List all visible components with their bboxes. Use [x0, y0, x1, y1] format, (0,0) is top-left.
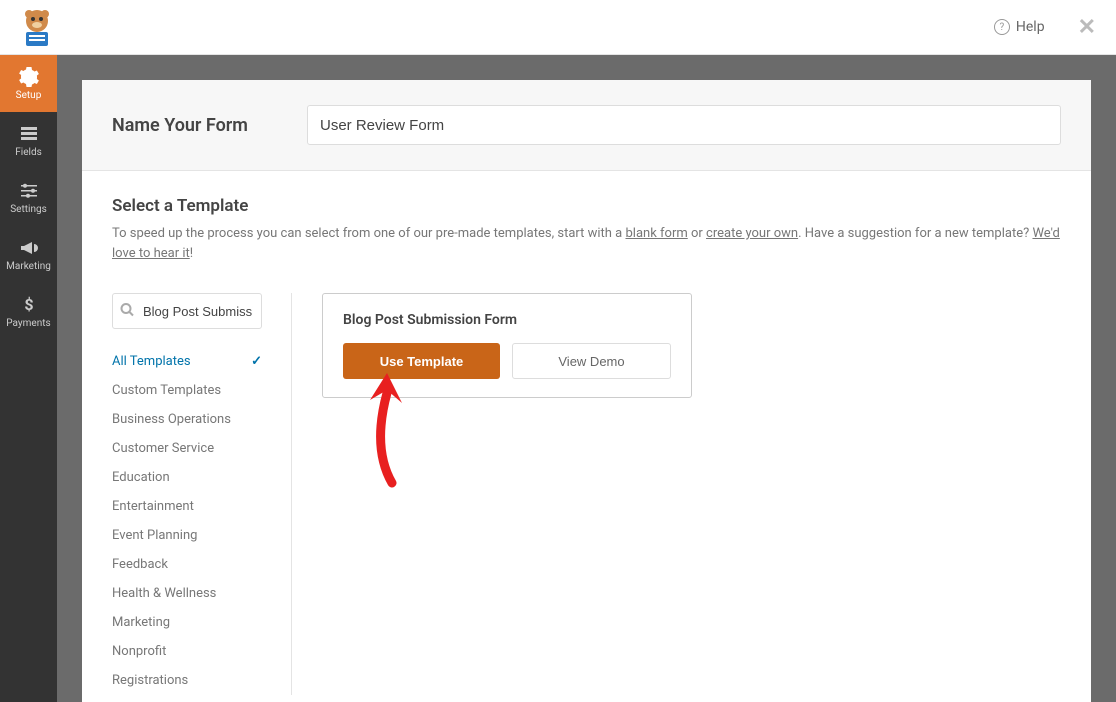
template-card: Blog Post Submission Form Use Template V… [322, 293, 692, 398]
topbar: ? Help ✕ [0, 0, 1116, 55]
dollar-icon: $ [19, 295, 39, 315]
check-icon: ✓ [251, 354, 262, 369]
sidebar-item-setup[interactable]: Setup [0, 55, 57, 112]
help-button[interactable]: ? Help [986, 14, 1053, 40]
list-icon [19, 124, 39, 144]
sidebar-item-label: Settings [10, 204, 47, 215]
sidebar-item-marketing[interactable]: Marketing [0, 226, 57, 283]
category-education[interactable]: Education [112, 463, 262, 492]
workspace: Name Your Form Select a Template To spee… [57, 55, 1116, 702]
svg-text:$: $ [24, 295, 33, 314]
sidebar-item-label: Fields [15, 147, 42, 158]
category-marketing[interactable]: Marketing [112, 608, 262, 637]
gear-icon [19, 67, 39, 87]
template-description: To speed up the process you can select f… [112, 224, 1061, 263]
category-business-operations[interactable]: Business Operations [112, 405, 262, 434]
name-label: Name Your Form [112, 115, 307, 136]
category-feedback[interactable]: Feedback [112, 550, 262, 579]
sidebar: Setup Fields Settings Marketing [0, 55, 57, 702]
category-entertainment[interactable]: Entertainment [112, 492, 262, 521]
help-label: Help [1016, 19, 1045, 35]
category-all-templates[interactable]: All Templates ✓ [112, 347, 262, 376]
template-sidebar: All Templates ✓ Custom Templates Busines… [112, 293, 292, 695]
category-nonprofit[interactable]: Nonprofit [112, 637, 262, 666]
sliders-icon [19, 181, 39, 201]
template-heading: Select a Template [112, 196, 1061, 216]
sidebar-item-label: Marketing [6, 261, 51, 272]
close-button[interactable]: ✕ [1073, 10, 1101, 45]
help-icon: ? [994, 19, 1010, 35]
main-panel: Name Your Form Select a Template To spee… [82, 80, 1091, 702]
category-custom-templates[interactable]: Custom Templates [112, 376, 262, 405]
template-search-input[interactable] [112, 293, 262, 329]
view-demo-button[interactable]: View Demo [512, 343, 671, 379]
use-template-button[interactable]: Use Template [343, 343, 500, 379]
category-health-wellness[interactable]: Health & Wellness [112, 579, 262, 608]
sidebar-item-label: Payments [6, 318, 50, 329]
category-registrations[interactable]: Registrations [112, 666, 262, 695]
form-name-input[interactable] [307, 105, 1061, 145]
create-own-link[interactable]: create your own [706, 226, 798, 241]
category-list: All Templates ✓ Custom Templates Busines… [112, 347, 262, 695]
sidebar-item-settings[interactable]: Settings [0, 169, 57, 226]
template-results: Blog Post Submission Form Use Template V… [292, 293, 1061, 695]
megaphone-icon [19, 238, 39, 258]
name-section: Name Your Form [82, 80, 1091, 171]
template-card-title: Blog Post Submission Form [343, 312, 671, 328]
search-icon [120, 302, 134, 321]
template-section: Select a Template To speed up the proces… [82, 171, 1091, 702]
sidebar-item-fields[interactable]: Fields [0, 112, 57, 169]
app-logo [15, 5, 59, 49]
sidebar-item-label: Setup [16, 90, 42, 101]
category-event-planning[interactable]: Event Planning [112, 521, 262, 550]
blank-form-link[interactable]: blank form [625, 226, 687, 241]
sidebar-item-payments[interactable]: $ Payments [0, 283, 57, 340]
category-customer-service[interactable]: Customer Service [112, 434, 262, 463]
